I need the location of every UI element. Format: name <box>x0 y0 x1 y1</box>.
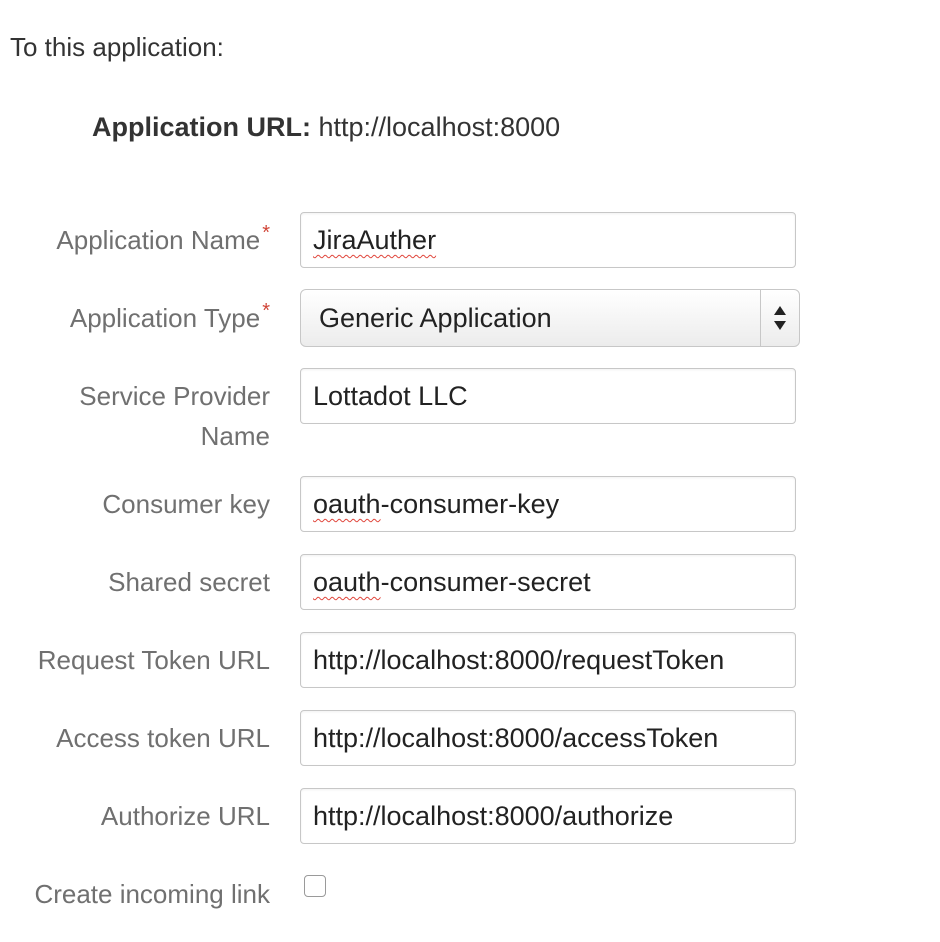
authorize-url-value: http://localhost:8000/authorize <box>313 801 674 831</box>
request-token-url-value: http://localhost:8000/requestToken <box>313 645 725 675</box>
application-name-label: Application Name * <box>56 220 270 263</box>
consumer-key-input[interactable]: oauth-consumer-key <box>300 476 796 532</box>
updown-arrows-icon <box>760 290 799 346</box>
required-marker: * <box>262 222 270 244</box>
application-url-label: Application URL: <box>92 112 311 142</box>
shared-secret-value-rest: -consumer-secret <box>380 567 591 597</box>
shared-secret-value-prefix: oauth <box>313 567 381 597</box>
service-provider-name-input[interactable]: Lottadot LLC <box>300 368 796 424</box>
application-name-value: JiraAuther <box>313 225 437 255</box>
authorize-url-label: Authorize URL <box>100 801 270 831</box>
application-url-value: http://localhost:8000 <box>318 112 561 142</box>
create-incoming-link-label: Create incoming link <box>34 879 270 909</box>
application-type-select[interactable]: Generic Application <box>300 289 800 347</box>
authorize-url-input[interactable]: http://localhost:8000/authorize <box>300 788 796 844</box>
request-token-url-label: Request Token URL <box>37 645 270 675</box>
consumer-key-value-rest: -consumer-key <box>380 489 560 519</box>
intro-text: To this application: <box>10 32 224 62</box>
required-marker: * <box>262 300 270 322</box>
application-type-value: Generic Application <box>319 303 552 333</box>
application-type-label: Application Type * <box>70 298 270 341</box>
application-url: Application URL: http://localhost:8000 <box>92 112 560 143</box>
service-provider-name-label: Service Provider Name <box>79 381 270 451</box>
consumer-key-label: Consumer key <box>102 489 270 519</box>
application-name-input[interactable]: JiraAuther <box>300 212 796 268</box>
application-name-label-text: Application Name <box>56 225 261 255</box>
service-provider-name-value: Lottadot LLC <box>313 381 468 411</box>
access-token-url-value: http://localhost:8000/accessToken <box>313 723 719 753</box>
access-token-url-label: Access token URL <box>56 723 270 753</box>
shared-secret-label: Shared secret <box>108 567 270 597</box>
access-token-url-input[interactable]: http://localhost:8000/accessToken <box>300 710 796 766</box>
consumer-key-value-prefix: oauth <box>313 489 381 519</box>
create-incoming-link-checkbox[interactable] <box>304 875 326 897</box>
request-token-url-input[interactable]: http://localhost:8000/requestToken <box>300 632 796 688</box>
shared-secret-input[interactable]: oauth-consumer-secret <box>300 554 796 610</box>
application-type-label-text: Application Type <box>69 303 261 333</box>
